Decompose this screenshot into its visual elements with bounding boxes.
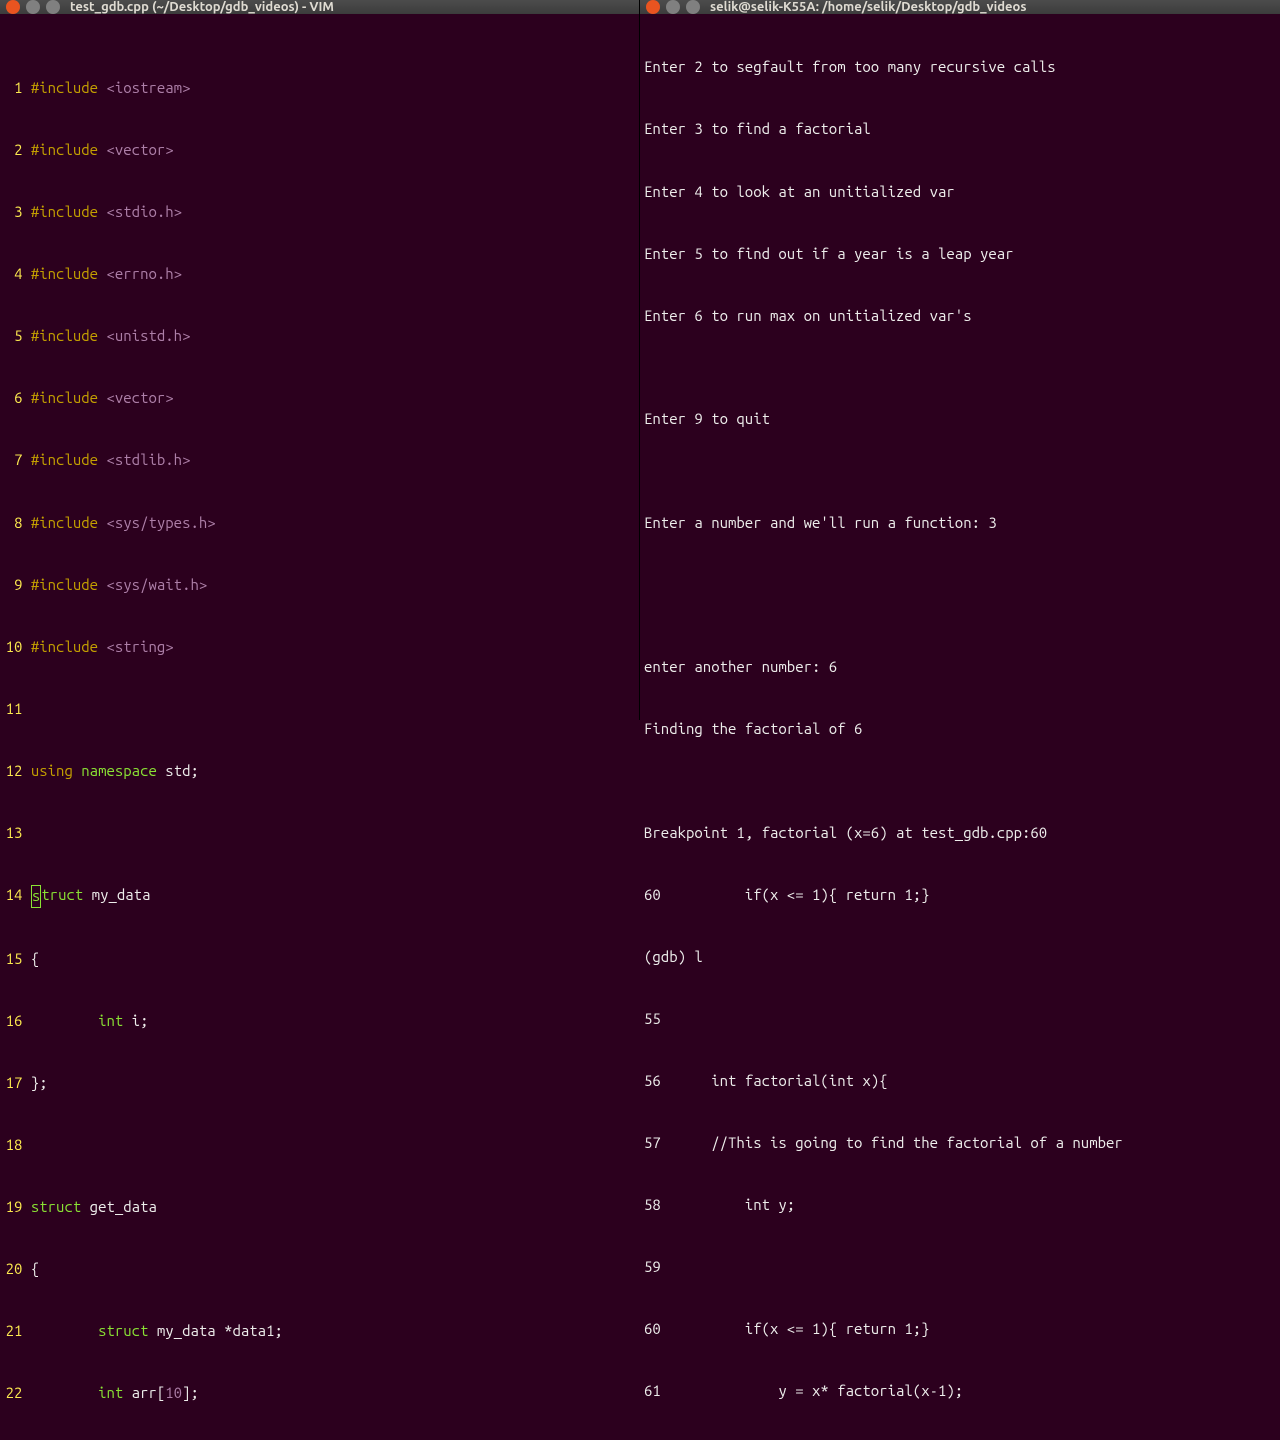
line-number: 1 — [4, 78, 22, 99]
line-number: 6 — [4, 388, 22, 409]
window-buttons — [646, 0, 700, 14]
terminal-line: 56 int factorial(int x){ — [644, 1071, 1276, 1092]
maximize-icon[interactable] — [686, 0, 700, 14]
terminal-line: Finding the factorial of 6 — [644, 719, 1276, 740]
line-number: 2 — [4, 140, 22, 161]
line-number: 12 — [4, 761, 22, 782]
line-number: 18 — [4, 1135, 22, 1156]
line-number: 9 — [4, 575, 22, 596]
close-icon[interactable] — [646, 0, 660, 14]
terminal-line: (gdb) l — [644, 947, 1276, 968]
terminal-line: 60 if(x <= 1){ return 1;} — [644, 1319, 1276, 1340]
terminal-line: 57 //This is going to find the factorial… — [644, 1133, 1276, 1154]
terminal-line: Enter 6 to run max on unitialized var's — [644, 306, 1276, 327]
line-number: 11 — [4, 699, 22, 720]
line-number: 13 — [4, 823, 22, 844]
line-number: 22 — [4, 1383, 22, 1404]
terminal-line: Enter a number and we'll run a function:… — [644, 513, 1276, 534]
terminal-line: Enter 3 to find a factorial — [644, 119, 1276, 140]
line-number: 7 — [4, 450, 22, 471]
terminal-line: 58 int y; — [644, 1195, 1276, 1216]
terminal-line: enter another number: 6 — [644, 657, 1276, 678]
line-number: 10 — [4, 637, 22, 658]
minimize-icon[interactable] — [26, 0, 40, 14]
line-number: 14 — [4, 885, 22, 908]
minimize-icon[interactable] — [666, 0, 680, 14]
line-number: 17 — [4, 1073, 22, 1094]
line-number: 19 — [4, 1197, 22, 1218]
line-number: 8 — [4, 513, 22, 534]
vim-title: test_gdb.cpp (~/Desktop/gdb_videos) - VI… — [70, 0, 334, 14]
vim-editor[interactable]: 1#include <iostream> 2#include <vector> … — [0, 14, 639, 1440]
terminal-line: 60 if(x <= 1){ return 1;} — [644, 885, 1276, 906]
close-icon[interactable] — [6, 0, 20, 14]
vim-titlebar[interactable]: test_gdb.cpp (~/Desktop/gdb_videos) - VI… — [0, 0, 639, 14]
line-number: 21 — [4, 1321, 22, 1342]
terminal-line: 59 — [644, 1257, 1276, 1278]
line-number: 16 — [4, 1011, 22, 1032]
line-number: 20 — [4, 1259, 22, 1280]
terminal-line: Enter 4 to look at an unitialized var — [644, 182, 1276, 203]
window-buttons — [6, 0, 60, 14]
line-number: 4 — [4, 264, 22, 285]
vim-window: test_gdb.cpp (~/Desktop/gdb_videos) - VI… — [0, 0, 640, 720]
terminal-line: Enter 5 to find out if a year is a leap … — [644, 244, 1276, 265]
terminal-line: 61 y = x* factorial(x-1); — [644, 1381, 1276, 1402]
terminal-line: Breakpoint 1, factorial (x=6) at test_gd… — [644, 823, 1276, 844]
line-number: 15 — [4, 949, 22, 970]
terminal-window: selik@selik-K55A: /home/selik/Desktop/gd… — [640, 0, 1280, 720]
terminal-line: Enter 2 to segfault from too many recurs… — [644, 57, 1276, 78]
line-number: 5 — [4, 326, 22, 347]
line-number: 3 — [4, 202, 22, 223]
cursor: s — [31, 885, 41, 908]
terminal-line: 55 — [644, 1009, 1276, 1030]
terminal-line: Enter 9 to quit — [644, 409, 1276, 430]
terminal-titlebar[interactable]: selik@selik-K55A: /home/selik/Desktop/gd… — [640, 0, 1280, 14]
terminal-title: selik@selik-K55A: /home/selik/Desktop/gd… — [710, 0, 1026, 14]
terminal-output[interactable]: Enter 2 to segfault from too many recurs… — [640, 14, 1280, 1440]
maximize-icon[interactable] — [46, 0, 60, 14]
